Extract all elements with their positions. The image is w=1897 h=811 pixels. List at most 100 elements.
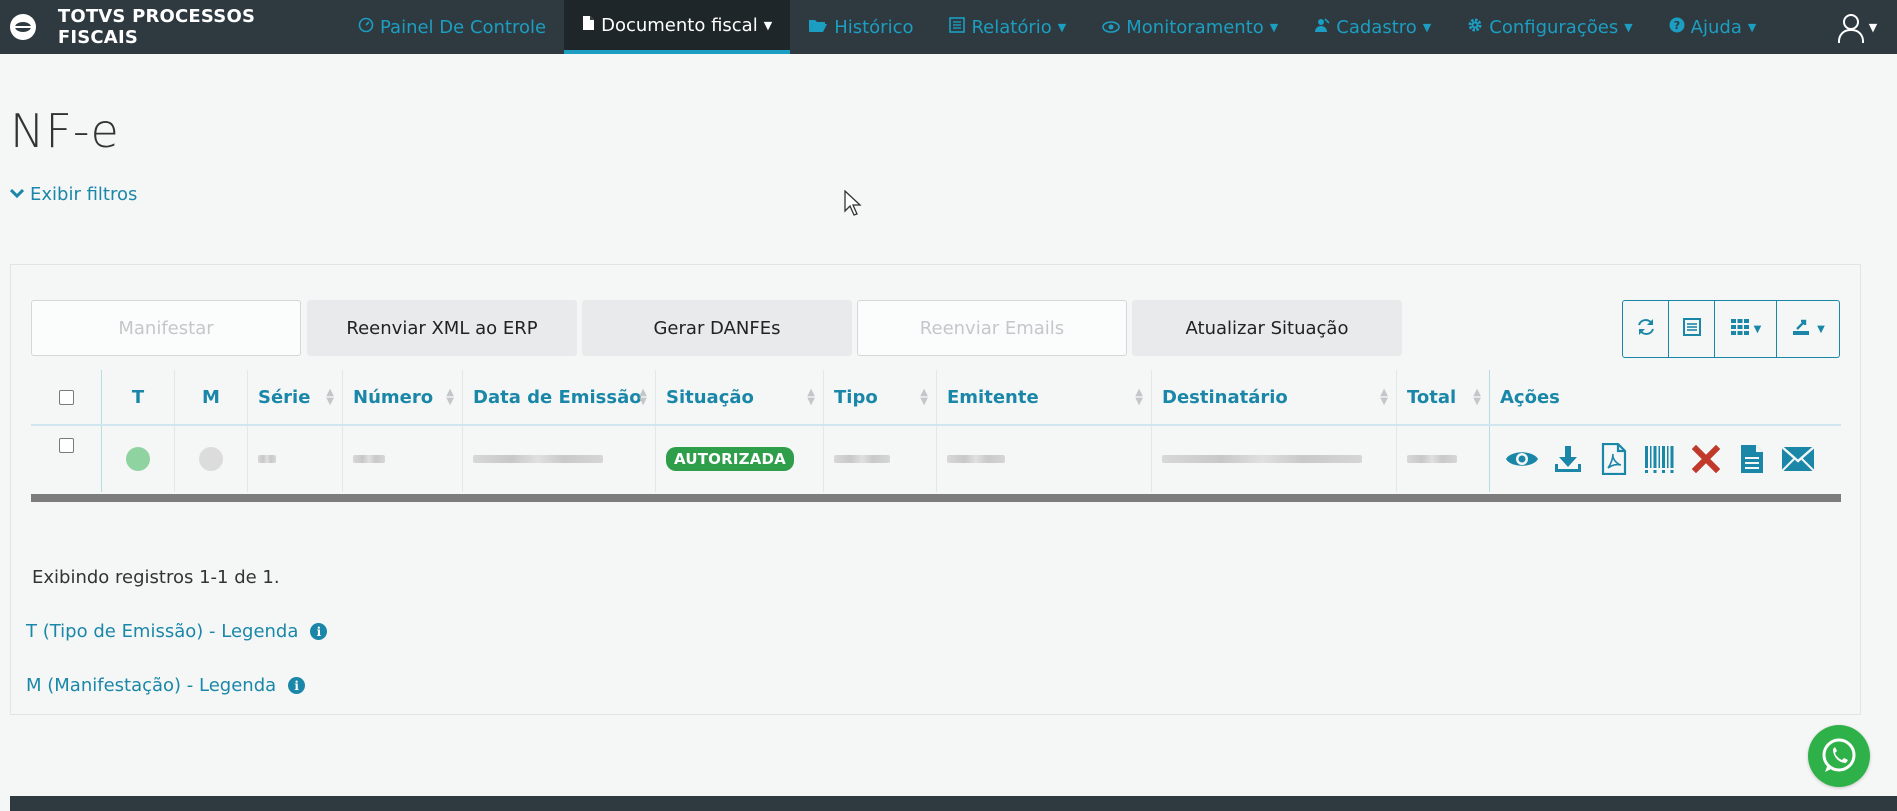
col-t[interactable]: T (101, 370, 174, 424)
nav-label: Painel De Controle (380, 16, 547, 38)
pdf-button[interactable] (1597, 442, 1631, 476)
nav-cadastro[interactable]: Cadastro ▼ (1296, 0, 1449, 54)
brand[interactable]: TOTVS PROCESSOS FISCAIS (0, 0, 340, 54)
list-icon (949, 17, 966, 37)
nav-label: Histórico (834, 16, 914, 38)
cancel-button[interactable] (1689, 442, 1723, 476)
page-title: NF-e (10, 104, 120, 158)
top-navbar: TOTVS PROCESSOS FISCAIS Painel De Contro… (0, 0, 1897, 54)
results-panel: Manifestar Reenviar XML ao ERP Gerar DAN… (10, 264, 1861, 715)
show-filters-label: Exibir filtros (30, 184, 138, 205)
sort-icon: ▲ ▼ (807, 387, 815, 407)
cancel-icon (1692, 445, 1720, 473)
view-button[interactable] (1505, 442, 1539, 476)
redacted-value (834, 455, 890, 463)
col-serie[interactable]: Série ▲ ▼ (247, 370, 342, 424)
eye-icon (1102, 18, 1121, 37)
nav-label: Documento fiscal (601, 14, 758, 36)
horizontal-scrollbar[interactable] (31, 494, 1841, 502)
chevron-down-icon: ▼ (1057, 20, 1067, 34)
col-emitente[interactable]: Emitente ▲ ▼ (936, 370, 1151, 424)
page-footer (10, 796, 1897, 811)
email-button[interactable] (1781, 442, 1815, 476)
cell-serie (247, 426, 342, 492)
chevron-down-icon: ▼ (1868, 20, 1878, 34)
manifestar-button[interactable]: Manifestar (31, 300, 301, 356)
legend-manifestacao-link[interactable]: M (Manifestação) - Legenda i (26, 675, 306, 696)
columns-button[interactable]: ▼ (1715, 301, 1777, 357)
table-tools-group: ▼ ▼ (1622, 300, 1840, 358)
export-button[interactable]: ▼ (1777, 301, 1839, 357)
document-text-button[interactable] (1735, 442, 1769, 476)
legend-label: M (Manifestação) - Legenda (26, 675, 277, 696)
legend-tipo-emissao-link[interactable]: T (Tipo de Emissão) - Legenda i (26, 621, 328, 642)
chevron-down-icon: ▼ (1747, 20, 1757, 34)
resend-xml-erp-button[interactable]: Reenviar XML ao ERP (307, 300, 577, 356)
col-label: Destinatário (1162, 386, 1288, 408)
cell-m (174, 426, 247, 492)
col-label: Tipo (834, 386, 878, 408)
col-label: Total (1407, 386, 1457, 408)
table-row[interactable]: AUTORIZADA (31, 426, 1841, 492)
col-m[interactable]: M (174, 370, 247, 424)
row-checkbox[interactable] (58, 438, 74, 453)
chevron-down-icon: ▼ (1422, 20, 1432, 34)
select-all-cell (31, 370, 101, 424)
nav-configuracoes[interactable]: Configurações ▼ (1449, 0, 1650, 54)
user-menu[interactable]: ▼ (1817, 0, 1897, 54)
nfe-table: T M Série ▲ ▼ Número ▲ ▼ Data de Emissão ▲… (31, 370, 1841, 502)
barcode-icon (1645, 446, 1674, 473)
resend-emails-button[interactable]: Reenviar Emails (857, 300, 1127, 356)
nav-label: Cadastro (1336, 16, 1417, 38)
question-circle-icon: ? (1669, 17, 1685, 37)
totvs-logo-icon (10, 14, 36, 40)
col-destinatario[interactable]: Destinatário ▲ ▼ (1151, 370, 1396, 424)
manifestation-indicator[interactable] (199, 447, 223, 471)
nav-documento-fiscal[interactable]: Documento fiscal ▼ (564, 0, 791, 54)
redacted-value (258, 455, 276, 463)
col-numero[interactable]: Número ▲ ▼ (342, 370, 462, 424)
whatsapp-chat-button[interactable] (1808, 725, 1870, 787)
sort-icon: ▲ ▼ (920, 387, 928, 407)
nav-ajuda[interactable]: ? Ajuda ▼ (1651, 0, 1775, 54)
select-all-checkbox[interactable] (58, 389, 74, 405)
cell-tipo (823, 426, 936, 492)
generate-danfes-button[interactable]: Gerar DANFEs (582, 300, 852, 356)
table-header: T M Série ▲ ▼ Número ▲ ▼ Data de Emissão ▲… (31, 370, 1841, 426)
cell-situacao: AUTORIZADA (655, 426, 823, 492)
col-data-emissao[interactable]: Data de Emissão ▲ ▼ (462, 370, 655, 424)
folder-open-icon (808, 18, 828, 37)
list-view-button[interactable] (1669, 301, 1715, 357)
nav-label: Configurações (1489, 16, 1619, 38)
col-total[interactable]: Total ▲ ▼ (1396, 370, 1489, 424)
gear-icon (1467, 17, 1483, 37)
refresh-icon (1636, 317, 1656, 342)
emission-type-indicator[interactable] (126, 447, 150, 471)
col-acoes: Ações (1489, 370, 1841, 424)
nav-label: Relatório (971, 16, 1052, 38)
redacted-value (1162, 455, 1362, 463)
update-status-button[interactable]: Atualizar Situação (1132, 300, 1402, 356)
nav-label: Ajuda (1690, 16, 1742, 38)
refresh-button[interactable] (1623, 301, 1669, 357)
col-situacao[interactable]: Situação ▲ ▼ (655, 370, 823, 424)
export-icon (1791, 317, 1813, 342)
nav-historico[interactable]: Histórico (790, 0, 931, 54)
whatsapp-icon (1822, 738, 1856, 772)
barcode-button[interactable] (1643, 442, 1677, 476)
download-button[interactable] (1551, 442, 1585, 476)
col-label: Data de Emissão (473, 386, 642, 408)
show-filters-toggle[interactable]: Exibir filtros (9, 184, 138, 205)
nav-monitoramento[interactable]: Monitoramento ▼ (1084, 0, 1296, 54)
row-select-cell (31, 426, 101, 492)
sort-icon: ▲ ▼ (326, 387, 334, 407)
user-icon (1837, 13, 1864, 43)
chevron-down-icon: ▼ (1624, 20, 1633, 34)
cell-data-emissao (462, 426, 655, 492)
legend-label: T (Tipo de Emissão) - Legenda (26, 621, 299, 642)
nav-relatorio[interactable]: Relatório ▼ (931, 0, 1084, 54)
main-menu: Painel De Controle Documento fiscal ▼ Hi… (340, 0, 1774, 54)
sort-icon: ▲ ▼ (1135, 387, 1143, 407)
col-tipo[interactable]: Tipo ▲ ▼ (823, 370, 936, 424)
nav-painel-de-controle[interactable]: Painel De Controle (340, 0, 564, 54)
